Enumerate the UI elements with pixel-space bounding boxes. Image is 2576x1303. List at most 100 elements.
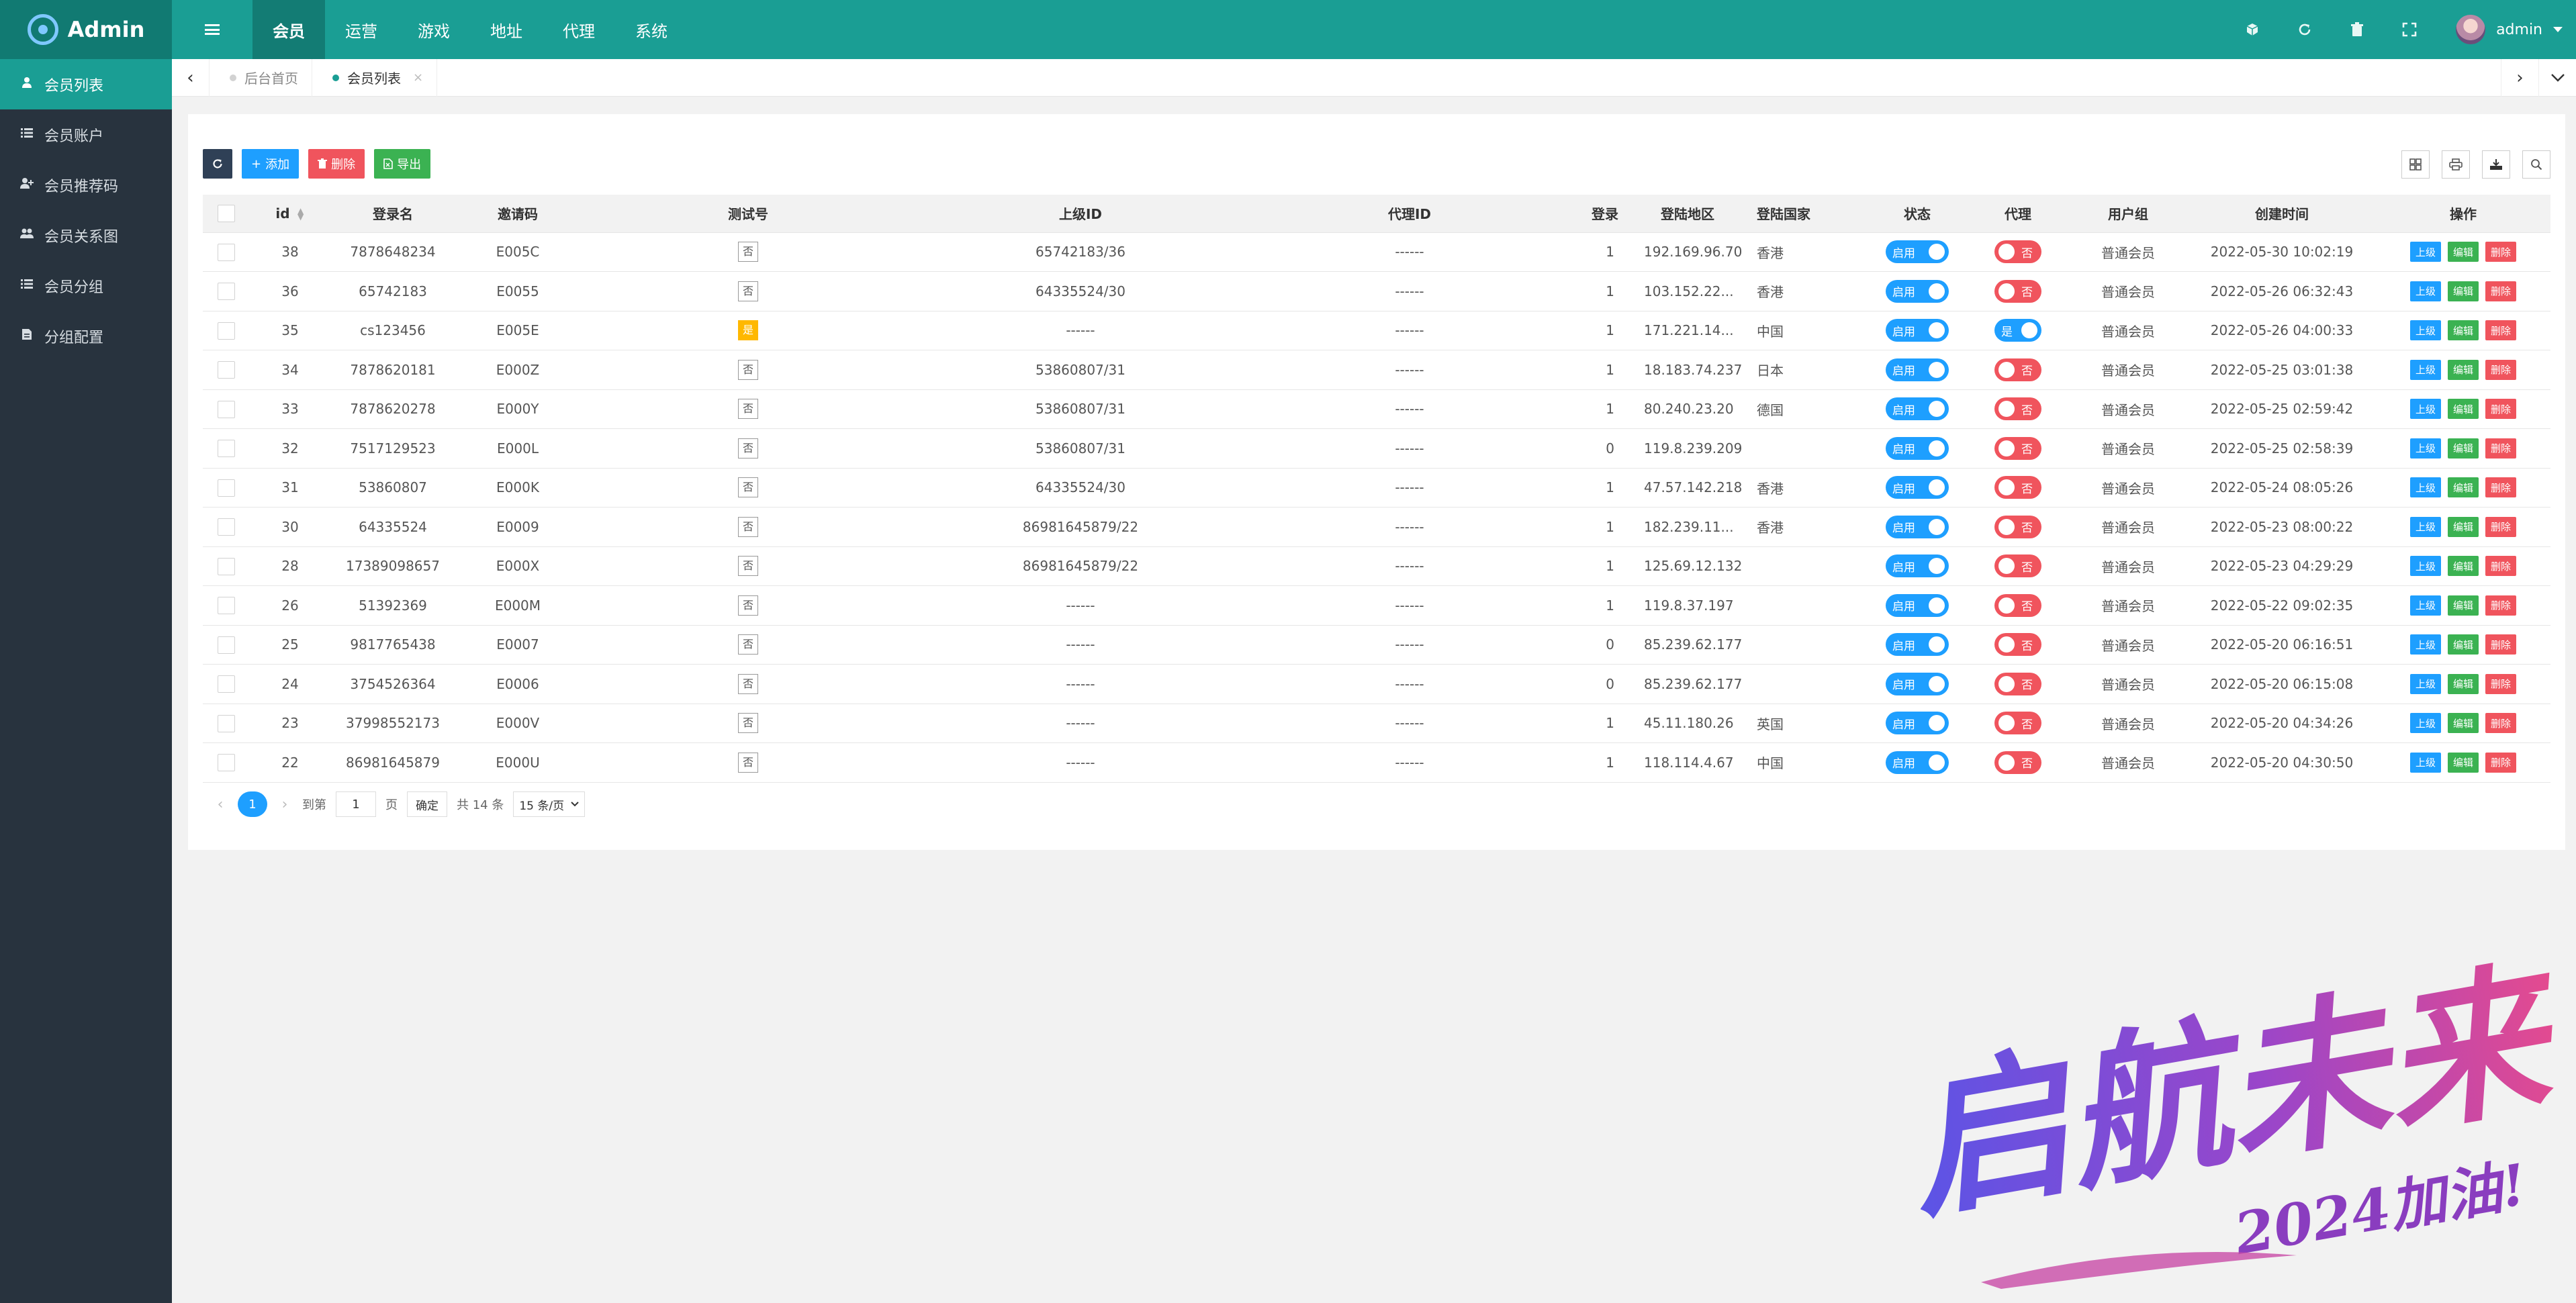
table-row[interactable]: 32 7517129523 E000L 否 53860807/31 ------ 0 119.… xyxy=(203,428,2550,469)
table-row[interactable]: 23 37998552173 E000V 否 ------ ------ 1 45.11.18… xyxy=(203,704,2550,743)
delete-row-button[interactable]: 删除 xyxy=(2485,399,2517,420)
status-toggle[interactable]: 启用 xyxy=(1886,515,1949,538)
sidebar-item-member-list[interactable]: 会员列表 xyxy=(0,59,172,109)
table-row[interactable]: 33 7878620278 E000Y 否 53860807/31 ------ 1 80.2… xyxy=(203,389,2550,429)
sidebar-item-relation-map[interactable]: 会员关系图 xyxy=(0,210,172,260)
table-row[interactable]: 34 7878620181 E000Z 否 53860807/31 ------ 1 18.1… xyxy=(203,350,2550,390)
tab-home[interactable]: 后台首页 xyxy=(210,58,312,97)
parent-button[interactable]: 上级 xyxy=(2409,673,2441,694)
goto-confirm-button[interactable]: 确定 xyxy=(407,791,447,817)
logo[interactable]: Admin xyxy=(0,0,172,59)
row-checkbox[interactable] xyxy=(218,518,235,536)
delete-row-button[interactable]: 删除 xyxy=(2485,320,2517,341)
sort-icon[interactable]: ▲ ▼ xyxy=(297,207,305,221)
status-toggle[interactable]: 启用 xyxy=(1886,712,1949,735)
top-nav-item-member[interactable]: 会员 xyxy=(252,0,325,59)
agent-toggle[interactable]: 否 xyxy=(1994,554,2041,578)
status-toggle[interactable]: 启用 xyxy=(1886,358,1949,381)
row-checkbox[interactable] xyxy=(218,557,235,575)
parent-button[interactable]: 上级 xyxy=(2409,477,2441,498)
table-row[interactable]: 30 64335524 E0009 否 86981645879/22 ------ 1 182… xyxy=(203,507,2550,547)
menu-toggle-button[interactable] xyxy=(172,0,252,59)
close-icon[interactable]: × xyxy=(413,70,423,85)
add-button[interactable]: + 添加 xyxy=(242,149,300,179)
edit-button[interactable]: 编辑 xyxy=(2447,713,2479,734)
delete-row-button[interactable]: 删除 xyxy=(2485,438,2517,459)
tab-member-list[interactable]: 会员列表 × xyxy=(312,58,438,97)
edit-button[interactable]: 编辑 xyxy=(2447,634,2479,655)
top-nav-item-game[interactable]: 游戏 xyxy=(398,0,470,59)
delete-row-button[interactable]: 删除 xyxy=(2485,359,2517,380)
refresh-button[interactable] xyxy=(203,149,232,179)
table-row[interactable]: 38 7878648234 E005C 否 65742183/36 ------ 1 192.… xyxy=(203,232,2550,272)
row-checkbox[interactable] xyxy=(218,675,235,693)
trash-icon[interactable] xyxy=(2331,0,2383,59)
status-toggle[interactable]: 启用 xyxy=(1886,240,1949,264)
status-toggle[interactable]: 启用 xyxy=(1886,279,1949,303)
page-size-select[interactable]: 15 条/页 xyxy=(513,791,586,817)
agent-toggle[interactable]: 否 xyxy=(1994,593,2041,617)
parent-button[interactable]: 上级 xyxy=(2409,320,2441,341)
parent-button[interactable]: 上级 xyxy=(2409,359,2441,380)
table-row[interactable]: 24 3754526364 E0006 否 ------ ------ 0 85.239.62… xyxy=(203,664,2550,704)
delete-row-button[interactable]: 删除 xyxy=(2485,634,2517,655)
row-checkbox[interactable] xyxy=(218,754,235,771)
current-page[interactable]: 1 xyxy=(238,791,267,817)
agent-toggle[interactable]: 否 xyxy=(1994,436,2041,460)
agent-toggle[interactable]: 否 xyxy=(1994,358,2041,381)
print-button[interactable] xyxy=(2442,150,2470,179)
row-checkbox[interactable] xyxy=(218,479,235,497)
agent-toggle[interactable]: 否 xyxy=(1994,279,2041,303)
table-row[interactable]: 35 cs123456 E005E 是 ------ ------ 1 171.221.14.… xyxy=(203,311,2550,350)
cube-icon[interactable] xyxy=(2226,0,2279,59)
sidebar-item-referral-code[interactable]: 会员推荐码 xyxy=(0,160,172,210)
top-nav-item-address[interactable]: 地址 xyxy=(470,0,543,59)
status-toggle[interactable]: 启用 xyxy=(1886,593,1949,617)
column-header-id[interactable]: id ▲ ▼ xyxy=(250,195,330,233)
tabs-menu-button[interactable] xyxy=(2538,58,2576,97)
status-toggle[interactable]: 启用 xyxy=(1886,436,1949,460)
status-toggle[interactable]: 启用 xyxy=(1886,554,1949,578)
row-checkbox[interactable] xyxy=(218,440,235,457)
row-checkbox[interactable] xyxy=(218,243,235,261)
delete-button[interactable]: 删除 xyxy=(308,149,365,179)
delete-row-button[interactable]: 删除 xyxy=(2485,242,2517,262)
edit-button[interactable]: 编辑 xyxy=(2447,673,2479,694)
table-row[interactable]: 31 53860807 E000K 否 64335524/30 ------ 1 47.57.… xyxy=(203,468,2550,508)
delete-row-button[interactable]: 删除 xyxy=(2485,752,2517,773)
edit-button[interactable]: 编辑 xyxy=(2447,242,2479,262)
delete-row-button[interactable]: 删除 xyxy=(2485,556,2517,577)
parent-button[interactable]: 上级 xyxy=(2409,556,2441,577)
parent-button[interactable]: 上级 xyxy=(2409,399,2441,420)
agent-toggle[interactable]: 否 xyxy=(1994,751,2041,774)
sidebar-item-member-account[interactable]: 会员账户 xyxy=(0,109,172,160)
next-page-button[interactable]: › xyxy=(277,796,293,813)
agent-toggle[interactable]: 否 xyxy=(1994,633,2041,657)
tabs-scroll-right-button[interactable]: › xyxy=(2501,58,2538,97)
columns-filter-button[interactable] xyxy=(2401,150,2430,179)
edit-button[interactable]: 编辑 xyxy=(2447,438,2479,459)
delete-row-button[interactable]: 删除 xyxy=(2485,516,2517,537)
parent-button[interactable]: 上级 xyxy=(2409,752,2441,773)
agent-toggle[interactable]: 否 xyxy=(1994,476,2041,499)
status-toggle[interactable]: 启用 xyxy=(1886,397,1949,421)
parent-button[interactable]: 上级 xyxy=(2409,438,2441,459)
table-row[interactable]: 26 51392369 E000M 否 ------ ------ 1 119.8.37.19… xyxy=(203,585,2550,626)
delete-row-button[interactable]: 删除 xyxy=(2485,281,2517,301)
edit-button[interactable]: 编辑 xyxy=(2447,516,2479,537)
edit-button[interactable]: 编辑 xyxy=(2447,399,2479,420)
row-checkbox[interactable] xyxy=(218,597,235,614)
status-toggle[interactable]: 启用 xyxy=(1886,633,1949,657)
edit-button[interactable]: 编辑 xyxy=(2447,359,2479,380)
agent-toggle[interactable]: 否 xyxy=(1994,397,2041,421)
top-nav-item-operation[interactable]: 运营 xyxy=(325,0,398,59)
agent-toggle[interactable]: 否 xyxy=(1994,712,2041,735)
export-table-button[interactable] xyxy=(2482,150,2510,179)
tabs-scroll-left-button[interactable]: ‹ xyxy=(172,58,210,97)
parent-button[interactable]: 上级 xyxy=(2409,713,2441,734)
status-toggle[interactable]: 启用 xyxy=(1886,672,1949,695)
sidebar-item-group-config[interactable]: 分组配置 xyxy=(0,311,172,361)
agent-toggle[interactable]: 否 xyxy=(1994,515,2041,538)
sidebar-item-member-group[interactable]: 会员分组 xyxy=(0,260,172,311)
edit-button[interactable]: 编辑 xyxy=(2447,595,2479,616)
